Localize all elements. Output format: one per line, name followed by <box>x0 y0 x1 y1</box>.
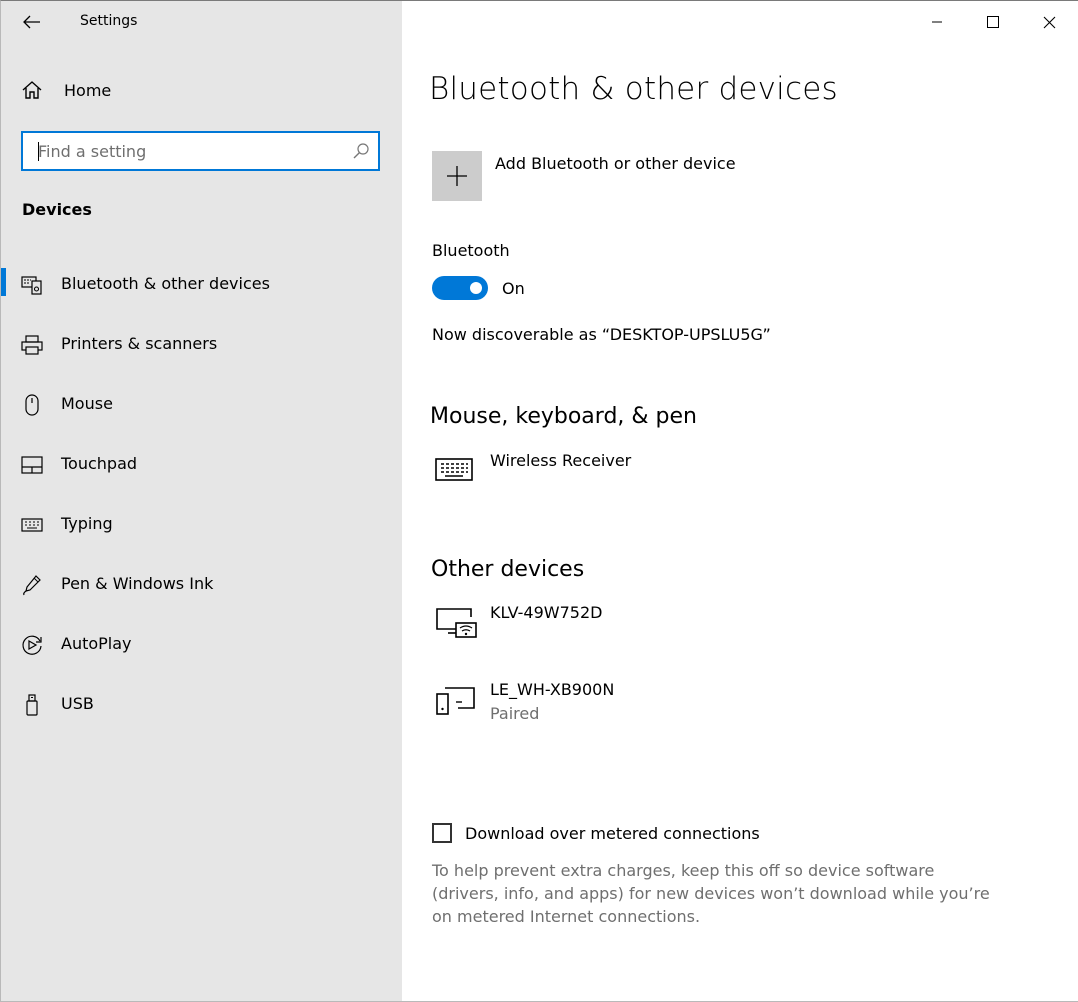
sidebar-item-pen[interactable]: Pen & Windows Ink <box>1 556 402 616</box>
sidebar-item-label: Bluetooth & other devices <box>61 274 270 293</box>
sidebar-item-typing[interactable]: Typing <box>1 496 402 556</box>
sidebar-item-usb[interactable]: USB <box>1 676 402 736</box>
metered-checkbox-row[interactable]: Download over metered connections <box>432 823 760 843</box>
sidebar-item-mouse[interactable]: Mouse <box>1 376 402 436</box>
add-device-label[interactable]: Add Bluetooth or other device <box>495 154 736 173</box>
other-devices-heading: Other devices <box>431 557 585 582</box>
bluetooth-state-label: On <box>502 279 525 298</box>
back-button[interactable] <box>13 7 51 37</box>
sidebar: Settings Home Devices <box>1 1 402 1001</box>
sidebar-item-label: AutoPlay <box>61 634 132 653</box>
device-name: KLV-49W752D <box>490 603 603 622</box>
pen-icon <box>21 574 43 596</box>
back-arrow-icon <box>23 15 40 29</box>
maximize-icon <box>987 16 999 28</box>
sidebar-item-autoplay[interactable]: AutoPlay <box>1 616 402 676</box>
settings-window: Settings Home Devices <box>0 0 1078 1002</box>
minimize-icon <box>932 21 942 23</box>
printer-icon <box>21 334 43 356</box>
sidebar-item-label: Touchpad <box>61 454 138 473</box>
touchpad-icon <box>21 454 43 476</box>
mouse-keyboard-pen-heading: Mouse, keyboard, & pen <box>430 404 697 429</box>
keyboard-icon <box>21 514 43 536</box>
search-icon[interactable] <box>352 142 370 160</box>
sidebar-nav: Bluetooth & other devices Printers & sca… <box>1 256 402 736</box>
home-icon <box>22 81 42 99</box>
keyboard-icon <box>434 453 476 487</box>
sidebar-item-printers[interactable]: Printers & scanners <box>1 316 402 376</box>
autoplay-icon <box>21 634 43 656</box>
usb-icon <box>21 694 43 716</box>
maximize-button[interactable] <box>965 1 1021 43</box>
generic-device-icon <box>434 682 476 716</box>
close-icon <box>1043 16 1055 28</box>
sidebar-item-label: Pen & Windows Ink <box>61 574 214 593</box>
bluetooth-devices-icon <box>21 274 43 296</box>
metered-help-text: To help prevent extra charges, keep this… <box>432 861 990 926</box>
close-button[interactable] <box>1021 1 1077 43</box>
app-title: Settings <box>80 13 138 29</box>
sidebar-item-label: Typing <box>61 514 113 533</box>
main-content: Bluetooth & other devices Add Bluetooth … <box>402 1 1078 1001</box>
minimize-button[interactable] <box>909 1 965 43</box>
search-input[interactable] <box>38 133 338 169</box>
page-title: Bluetooth & other devices <box>429 71 838 107</box>
metered-checkbox-label[interactable]: Download over metered connections <box>465 824 760 843</box>
toggle-knob <box>470 282 482 294</box>
bluetooth-toggle[interactable] <box>432 276 488 300</box>
mouse-icon <box>21 394 43 416</box>
plus-icon <box>447 166 467 186</box>
selection-indicator <box>1 268 6 296</box>
search-box[interactable] <box>21 131 380 171</box>
sidebar-item-label: Mouse <box>61 394 113 413</box>
sidebar-item-home[interactable]: Home <box>21 80 111 100</box>
sidebar-item-touchpad[interactable]: Touchpad <box>1 436 402 496</box>
sidebar-item-bluetooth[interactable]: Bluetooth & other devices <box>1 256 402 316</box>
add-device-button[interactable] <box>432 151 482 201</box>
text-caret <box>38 142 39 161</box>
display-wireless-icon <box>434 605 477 639</box>
home-label: Home <box>64 80 112 100</box>
section-title: Devices <box>22 200 92 219</box>
device-status: Paired <box>490 704 540 723</box>
sidebar-item-label: Printers & scanners <box>61 334 218 353</box>
metered-checkbox[interactable] <box>432 823 452 843</box>
device-name: Wireless Receiver <box>490 451 632 470</box>
device-name: LE_WH-XB900N <box>490 680 615 699</box>
discoverable-text: Now discoverable as “DESKTOP-UPSLU5G” <box>432 325 771 344</box>
bluetooth-label: Bluetooth <box>432 241 510 260</box>
sidebar-item-label: USB <box>61 694 94 713</box>
